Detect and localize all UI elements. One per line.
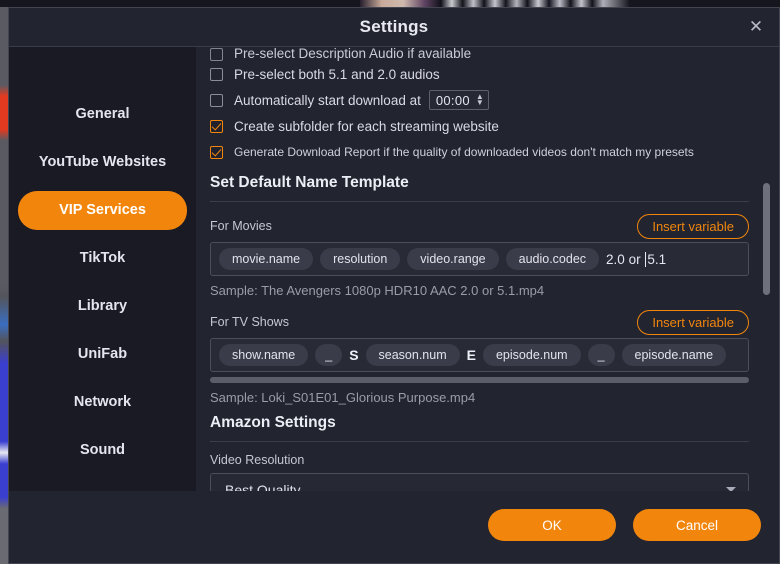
divider-name-template <box>210 201 749 202</box>
sidebar-item-youtube-websites[interactable]: YouTube Websites <box>18 143 187 182</box>
movies-sample-text: Sample: The Avengers 1080p HDR10 AAC 2.0… <box>210 283 749 298</box>
option-label-description-audio: Pre-select Description Audio if availabl… <box>234 47 471 61</box>
settings-sidebar: General YouTube Websites VIP Services TikTo… <box>9 47 196 491</box>
token-season-num[interactable]: season.num <box>366 344 460 367</box>
movies-field-header: For Movies Insert variable <box>210 212 749 240</box>
checkbox-create-subfolder[interactable] <box>210 120 223 133</box>
settings-content-inner: Pre-select Description Audio if availabl… <box>210 47 749 491</box>
tv-separator-s: S <box>349 347 358 363</box>
section-title-name-template: Set Default Name Template <box>210 174 749 192</box>
dialog-title: Settings <box>9 17 779 37</box>
insert-variable-button-movies[interactable]: Insert variable <box>637 214 749 239</box>
sidebar-item-sound[interactable]: Sound <box>18 431 187 470</box>
tv-sample-text: Sample: Loki_S01E01_Glorious Purpose.mp4 <box>210 390 749 405</box>
token-resolution[interactable]: resolution <box>320 248 400 271</box>
checkbox-auto-start[interactable] <box>210 94 223 107</box>
token-underscore-2[interactable]: _ <box>588 344 615 367</box>
token-episode-name[interactable]: episode.name <box>622 344 727 367</box>
option-label-download-report: Generate Download Report if the quality … <box>234 145 694 159</box>
content-scrollbar-thumb[interactable] <box>763 183 770 295</box>
token-video-range[interactable]: video.range <box>407 248 498 271</box>
dialog-footer: OK Cancel <box>9 491 779 563</box>
token-audio-codec[interactable]: audio.codec <box>506 248 599 271</box>
stepper-down-icon[interactable]: ▼ <box>476 100 484 106</box>
sidebar-item-unifab[interactable]: UniFab <box>18 335 187 374</box>
background-top-strip <box>360 0 630 7</box>
token-show-name[interactable]: show.name <box>219 344 308 367</box>
movies-text-before-caret: 2.0 or <box>606 252 644 267</box>
insert-variable-button-tv[interactable]: Insert variable <box>637 310 749 335</box>
cancel-button[interactable]: Cancel <box>633 509 761 541</box>
movies-trailing-text: 2.0 or 5.1 <box>606 252 666 267</box>
settings-dialog: Settings ✕ General YouTube Websites VIP Se… <box>8 7 780 564</box>
dialog-titlebar: Settings ✕ <box>9 8 779 47</box>
token-underscore-1[interactable]: _ <box>315 344 342 367</box>
tv-template-input[interactable]: show.name _ S season.num E episode.num _… <box>210 338 749 372</box>
checkbox-description-audio[interactable] <box>210 48 223 61</box>
token-episode-num[interactable]: episode.num <box>483 344 581 367</box>
checkbox-download-report[interactable] <box>210 146 223 159</box>
close-icon[interactable]: ✕ <box>745 18 767 38</box>
option-label-preselect-audios: Pre-select both 5.1 and 2.0 audios <box>234 67 440 82</box>
dialog-body: General YouTube Websites VIP Services TikTo… <box>9 47 779 491</box>
sidebar-item-network[interactable]: Network <box>18 383 187 422</box>
video-resolution-dropdown[interactable]: Best Quality <box>210 473 749 491</box>
tv-field-header: For TV Shows Insert variable <box>210 308 749 336</box>
option-row-description-audio[interactable]: Pre-select Description Audio if availabl… <box>210 47 749 61</box>
sidebar-item-tiktok[interactable]: TikTok <box>18 239 187 278</box>
stepper-arrows[interactable]: ▲ ▼ <box>476 94 484 106</box>
checkbox-preselect-audios[interactable] <box>210 68 223 81</box>
sidebar-item-vip-services[interactable]: VIP Services <box>18 191 187 230</box>
token-movie-name[interactable]: movie.name <box>219 248 313 271</box>
option-row-create-subfolder[interactable]: Create subfolder for each streaming webs… <box>210 113 749 139</box>
sidebar-item-library[interactable]: Library <box>18 287 187 326</box>
option-row-preselect-audios[interactable]: Pre-select both 5.1 and 2.0 audios <box>210 61 749 87</box>
sidebar-item-general[interactable]: General <box>18 95 187 134</box>
section-title-amazon: Amazon Settings <box>210 414 749 432</box>
video-resolution-label: Video Resolution <box>210 453 749 467</box>
tv-separator-e: E <box>467 347 476 363</box>
movies-text-after-caret: 5.1 <box>647 252 666 267</box>
ok-button[interactable]: OK <box>488 509 616 541</box>
option-row-auto-start[interactable]: Automatically start download at 00:00 ▲ … <box>210 87 749 113</box>
movies-template-input[interactable]: movie.name resolution video.range audio.… <box>210 242 749 276</box>
settings-content: Pre-select Description Audio if availabl… <box>196 47 779 491</box>
tv-label: For TV Shows <box>210 315 289 329</box>
option-label-create-subfolder: Create subfolder for each streaming webs… <box>234 119 499 134</box>
video-resolution-value: Best Quality <box>225 482 300 492</box>
divider-amazon <box>210 441 749 442</box>
option-label-auto-start: Automatically start download at <box>234 93 421 108</box>
tv-template-horizontal-scrollbar[interactable] <box>210 377 749 383</box>
option-row-download-report[interactable]: Generate Download Report if the quality … <box>210 139 749 165</box>
start-time-stepper[interactable]: 00:00 ▲ ▼ <box>429 90 489 110</box>
content-scrollbar-track[interactable] <box>762 47 771 491</box>
start-time-value: 00:00 <box>436 93 470 108</box>
movies-label: For Movies <box>210 219 272 233</box>
